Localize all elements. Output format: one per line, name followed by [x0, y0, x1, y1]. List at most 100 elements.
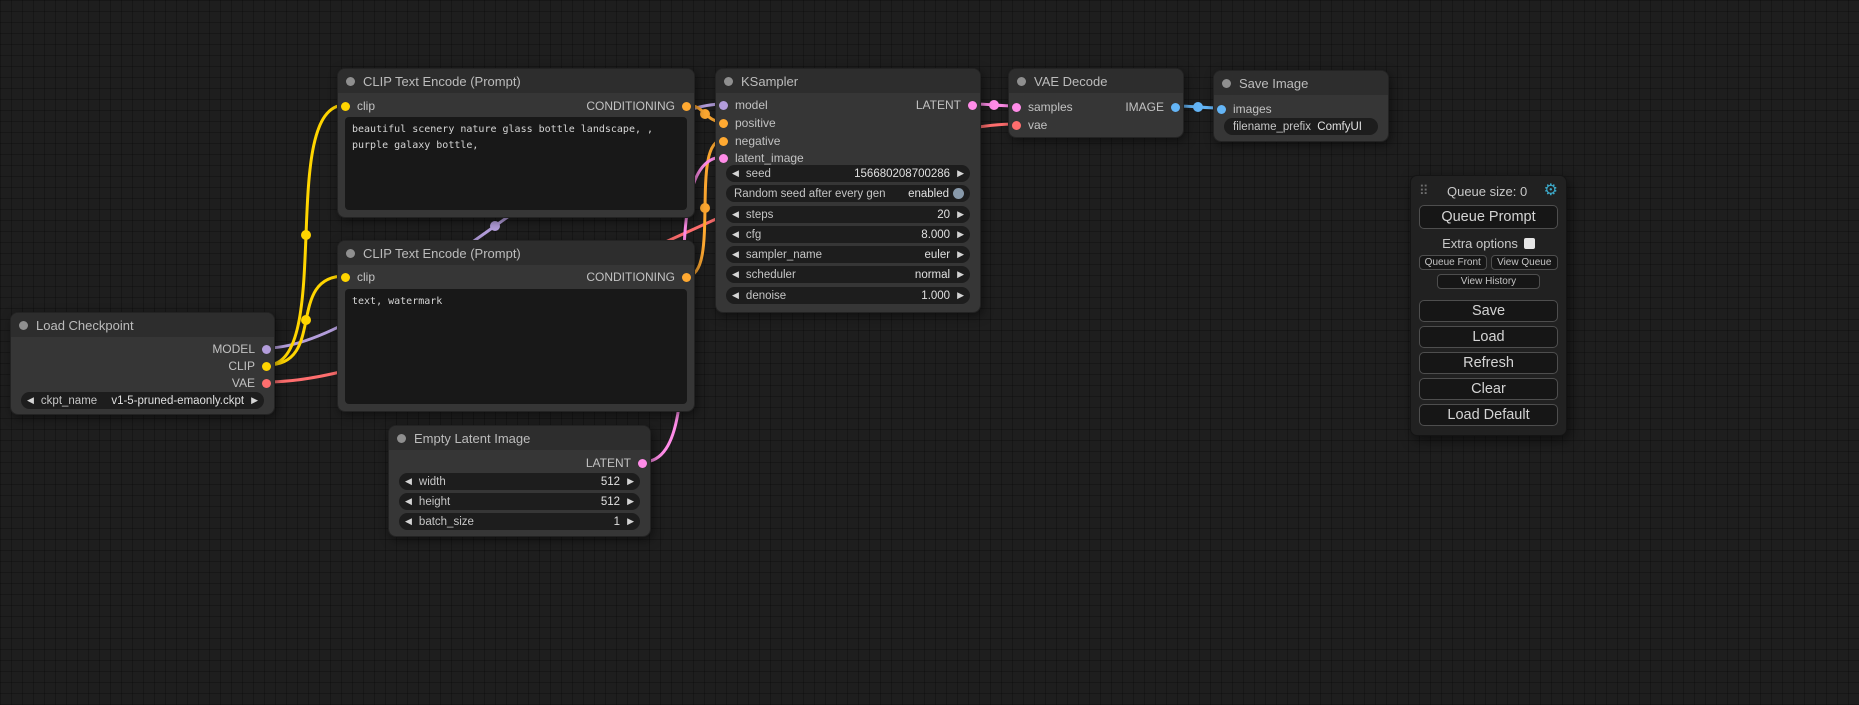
sampler-name-widget[interactable]: ◀ sampler_name euler ▶ — [726, 246, 970, 263]
latent-image-input-dot[interactable] — [719, 154, 728, 163]
queue-panel: ⠿ Queue size: 0 ⚙ Queue Prompt Extra opt… — [1410, 175, 1567, 436]
node-title: Empty Latent Image — [414, 431, 530, 446]
increment-arrow-icon[interactable]: ▶ — [627, 477, 634, 486]
increment-arrow-icon[interactable]: ▶ — [957, 230, 964, 239]
decrement-arrow-icon[interactable]: ◀ — [732, 291, 739, 300]
filename-prefix-widget[interactable]: filename_prefix ComfyUI — [1224, 118, 1378, 135]
cfg-widget[interactable]: ◀ cfg 8.000 ▶ — [726, 226, 970, 243]
load-default-button[interactable]: Load Default — [1419, 404, 1558, 426]
node-clip-text-encode-positive[interactable]: CLIP Text Encode (Prompt) clip CONDITION… — [337, 68, 695, 218]
node-title-bar[interactable]: CLIP Text Encode (Prompt) — [338, 241, 694, 265]
clip-input-dot[interactable] — [341, 102, 350, 111]
node-vae-decode[interactable]: VAE Decode samples IMAGE vae — [1008, 68, 1184, 138]
collapse-dot-icon[interactable] — [346, 249, 355, 258]
increment-arrow-icon[interactable]: ▶ — [957, 291, 964, 300]
denoise-widget[interactable]: ◀ denoise 1.000 ▶ — [726, 287, 970, 304]
collapse-dot-icon[interactable] — [724, 77, 733, 86]
increment-arrow-icon[interactable]: ▶ — [957, 169, 964, 178]
decrement-arrow-icon[interactable]: ◀ — [732, 250, 739, 259]
conditioning-output-dot[interactable] — [682, 273, 691, 282]
load-button[interactable]: Load — [1419, 326, 1558, 348]
increment-arrow-icon[interactable]: ▶ — [251, 396, 258, 405]
latent-output-dot[interactable] — [968, 101, 977, 110]
increment-arrow-icon[interactable]: ▶ — [957, 250, 964, 259]
toggle-knob[interactable] — [953, 188, 964, 199]
batch-size-widget[interactable]: ◀ batch_size 1 ▶ — [399, 513, 640, 530]
collapse-dot-icon[interactable] — [1222, 79, 1231, 88]
steps-widget[interactable]: ◀ steps 20 ▶ — [726, 206, 970, 223]
negative-input-dot[interactable] — [719, 137, 728, 146]
view-queue-button[interactable]: View Queue — [1491, 255, 1559, 270]
extra-options-checkbox[interactable] — [1524, 238, 1535, 249]
clip-input-dot[interactable] — [341, 273, 350, 282]
images-input-dot[interactable] — [1217, 105, 1226, 114]
slot-label: positive — [735, 116, 776, 130]
scheduler-widget[interactable]: ◀ scheduler normal ▶ — [726, 266, 970, 283]
node-save-image[interactable]: Save Image images filename_prefix ComfyU… — [1213, 70, 1389, 142]
positive-input-dot[interactable] — [719, 119, 728, 128]
node-clip-text-encode-negative[interactable]: CLIP Text Encode (Prompt) clip CONDITION… — [337, 240, 695, 412]
queue-front-button[interactable]: Queue Front — [1419, 255, 1487, 270]
widget-label: ckpt_name — [41, 395, 97, 407]
refresh-button[interactable]: Refresh — [1419, 352, 1558, 374]
node-title-bar[interactable]: CLIP Text Encode (Prompt) — [338, 69, 694, 93]
model-output-dot[interactable] — [262, 345, 271, 354]
settings-gear-icon[interactable]: ⚙ — [1544, 183, 1558, 199]
model-input-dot[interactable] — [719, 101, 728, 110]
node-load-checkpoint[interactable]: Load Checkpoint MODEL CLIP VAE ◀ ckpt_na… — [10, 312, 275, 415]
widget-value: 1 — [614, 516, 620, 528]
slot-row: samples IMAGE — [1009, 99, 1183, 115]
decrement-arrow-icon[interactable]: ◀ — [732, 169, 739, 178]
drag-handle-icon[interactable]: ⠿ — [1419, 183, 1429, 199]
decrement-arrow-icon[interactable]: ◀ — [405, 517, 412, 526]
increment-arrow-icon[interactable]: ▶ — [627, 517, 634, 526]
collapse-dot-icon[interactable] — [397, 434, 406, 443]
decrement-arrow-icon[interactable]: ◀ — [732, 230, 739, 239]
wire-midpoint-dot — [700, 109, 710, 119]
samples-input-dot[interactable] — [1012, 103, 1021, 112]
increment-arrow-icon[interactable]: ▶ — [627, 497, 634, 506]
latent-output-dot[interactable] — [638, 459, 647, 468]
decrement-arrow-icon[interactable]: ◀ — [27, 396, 34, 405]
node-title: KSampler — [741, 74, 798, 89]
increment-arrow-icon[interactable]: ▶ — [957, 210, 964, 219]
widget-value: enabled — [908, 188, 949, 200]
increment-arrow-icon[interactable]: ▶ — [957, 270, 964, 279]
random-seed-toggle-widget[interactable]: Random seed after every gen enabled — [726, 185, 970, 202]
node-title-bar[interactable]: Empty Latent Image — [389, 426, 650, 450]
clear-button[interactable]: Clear — [1419, 378, 1558, 400]
node-empty-latent-image[interactable]: Empty Latent Image LATENT ◀ width 512 ▶ … — [388, 425, 651, 537]
widget-value: 20 — [937, 209, 950, 221]
widget-label: seed — [746, 168, 771, 180]
node-ksampler[interactable]: KSampler model LATENT positive negative … — [715, 68, 981, 313]
prompt-textarea[interactable]: beautiful scenery nature glass bottle la… — [345, 117, 687, 210]
vae-input-dot[interactable] — [1012, 121, 1021, 130]
decrement-arrow-icon[interactable]: ◀ — [732, 270, 739, 279]
view-history-button[interactable]: View History — [1437, 274, 1540, 289]
seed-widget[interactable]: ◀ seed 156680208700286 ▶ — [726, 165, 970, 182]
collapse-dot-icon[interactable] — [19, 321, 28, 330]
collapse-dot-icon[interactable] — [1017, 77, 1026, 86]
prompt-textarea[interactable]: text, watermark — [345, 289, 687, 404]
width-widget[interactable]: ◀ width 512 ▶ — [399, 473, 640, 490]
conditioning-output-dot[interactable] — [682, 102, 691, 111]
clip-output-dot[interactable] — [262, 362, 271, 371]
queue-prompt-button[interactable]: Queue Prompt — [1419, 205, 1558, 229]
node-title: Load Checkpoint — [36, 318, 134, 333]
decrement-arrow-icon[interactable]: ◀ — [405, 477, 412, 486]
collapse-dot-icon[interactable] — [346, 77, 355, 86]
node-title: Save Image — [1239, 76, 1308, 91]
vae-output-dot[interactable] — [262, 379, 271, 388]
height-widget[interactable]: ◀ height 512 ▶ — [399, 493, 640, 510]
node-title-bar[interactable]: KSampler — [716, 69, 980, 93]
slot-label: MODEL — [212, 342, 255, 356]
node-title-bar[interactable]: Save Image — [1214, 71, 1388, 95]
image-output-dot[interactable] — [1171, 103, 1180, 112]
ckpt-name-widget[interactable]: ◀ ckpt_name v1-5-pruned-emaonly.ckpt ▶ — [21, 392, 264, 409]
node-title-bar[interactable]: Load Checkpoint — [11, 313, 274, 337]
decrement-arrow-icon[interactable]: ◀ — [405, 497, 412, 506]
widget-value: 156680208700286 — [854, 168, 950, 180]
node-title-bar[interactable]: VAE Decode — [1009, 69, 1183, 93]
decrement-arrow-icon[interactable]: ◀ — [732, 210, 739, 219]
save-button[interactable]: Save — [1419, 300, 1558, 322]
